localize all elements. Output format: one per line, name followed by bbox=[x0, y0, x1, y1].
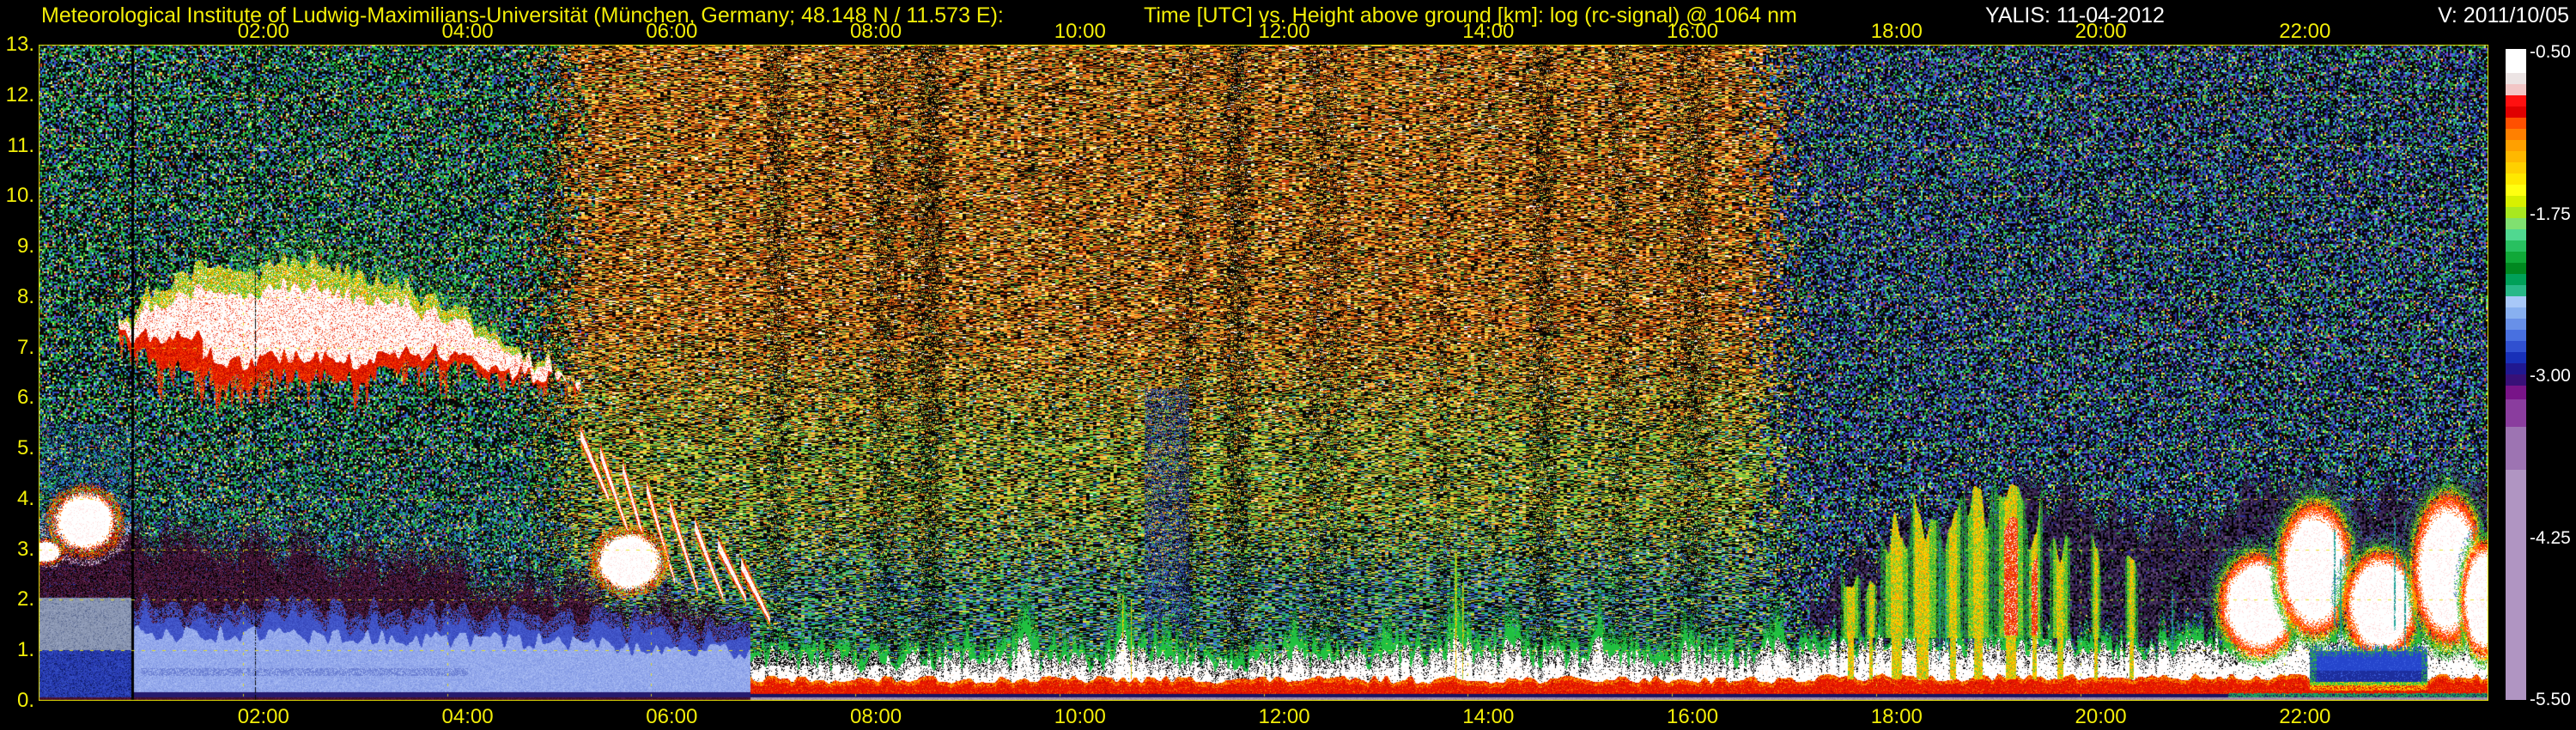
y-tick-label: 12. bbox=[0, 84, 34, 106]
colorbar-block bbox=[2506, 374, 2526, 386]
colorbar-block bbox=[2506, 240, 2526, 252]
colorbar-block bbox=[2506, 399, 2526, 427]
colorbar-block bbox=[2506, 307, 2526, 319]
x-tick-label-top: 04:00 bbox=[442, 21, 494, 43]
colorbar-tick-label: -0.50 bbox=[2530, 42, 2571, 63]
y-tick-label: 1. bbox=[0, 639, 34, 661]
y-tick-label: 13. bbox=[0, 33, 34, 56]
x-tick-label-top: 20:00 bbox=[2075, 21, 2127, 43]
colorbar-tick-label: -4.25 bbox=[2530, 528, 2571, 549]
x-tick-label-top: 14:00 bbox=[1462, 21, 1514, 43]
x-tick-label-bottom: 04:00 bbox=[442, 706, 494, 728]
colorbar-block bbox=[2506, 252, 2526, 263]
y-tick-label: 2. bbox=[0, 588, 34, 611]
colorbar-block bbox=[2506, 73, 2526, 84]
colorbar-block bbox=[2506, 140, 2526, 151]
colorbar-block bbox=[2506, 49, 2526, 73]
lidar-heatmap-canvas bbox=[39, 45, 2488, 701]
x-tick-label-bottom: 16:00 bbox=[1667, 706, 1718, 728]
y-tick-label: 0. bbox=[0, 690, 34, 712]
x-tick-label-bottom: 14:00 bbox=[1462, 706, 1514, 728]
colorbar bbox=[2506, 49, 2526, 700]
x-tick-label-top: 18:00 bbox=[1871, 21, 1923, 43]
y-tick-label: 7. bbox=[0, 337, 34, 359]
y-tick-label: 3. bbox=[0, 538, 34, 561]
colorbar-block bbox=[2506, 330, 2526, 341]
colorbar-tick-label: -1.75 bbox=[2530, 204, 2571, 225]
colorbar-block bbox=[2506, 95, 2526, 106]
colorbar-block bbox=[2506, 162, 2526, 173]
colorbar-block bbox=[2506, 218, 2526, 229]
x-tick-label-top: 22:00 bbox=[2279, 21, 2330, 43]
colorbar-block bbox=[2506, 196, 2526, 207]
colorbar-block bbox=[2506, 363, 2526, 374]
x-tick-label-top: 16:00 bbox=[1667, 21, 1718, 43]
y-tick-label: 11. bbox=[0, 135, 34, 157]
colorbar-block bbox=[2506, 207, 2526, 218]
colorbar-block bbox=[2506, 129, 2526, 140]
colorbar-block bbox=[2506, 285, 2526, 296]
colorbar-block bbox=[2506, 118, 2526, 129]
x-tick-label-top: 02:00 bbox=[238, 21, 289, 43]
colorbar-block bbox=[2506, 341, 2526, 352]
x-tick-label-bottom: 20:00 bbox=[2075, 706, 2127, 728]
y-tick-label: 5. bbox=[0, 437, 34, 459]
y-tick-label: 8. bbox=[0, 286, 34, 308]
x-tick-label-bottom: 08:00 bbox=[850, 706, 902, 728]
colorbar-block bbox=[2506, 319, 2526, 330]
colorbar-block bbox=[2506, 470, 2526, 700]
colorbar-block bbox=[2506, 263, 2526, 274]
colorbar-block bbox=[2506, 151, 2526, 162]
x-tick-label-bottom: 10:00 bbox=[1054, 706, 1106, 728]
colorbar-block bbox=[2506, 185, 2526, 196]
colorbar-block bbox=[2506, 386, 2526, 399]
colorbar-block bbox=[2506, 296, 2526, 307]
colorbar-block bbox=[2506, 427, 2526, 470]
y-tick-label: 4. bbox=[0, 488, 34, 510]
version-label: V: 2011/10/05 bbox=[2438, 3, 2569, 27]
colorbar-block bbox=[2506, 106, 2526, 118]
x-tick-label-top: 12:00 bbox=[1259, 21, 1310, 43]
x-tick-label-top: 10:00 bbox=[1054, 21, 1106, 43]
x-tick-label-bottom: 02:00 bbox=[238, 706, 289, 728]
colorbar-block bbox=[2506, 84, 2526, 95]
x-tick-label-bottom: 22:00 bbox=[2279, 706, 2330, 728]
colorbar-block bbox=[2506, 229, 2526, 240]
x-tick-label-bottom: 12:00 bbox=[1259, 706, 1310, 728]
colorbar-tick-label: -3.00 bbox=[2530, 366, 2571, 386]
colorbar-block bbox=[2506, 173, 2526, 185]
colorbar-tick-label: -5.50 bbox=[2530, 690, 2571, 710]
y-tick-label: 9. bbox=[0, 235, 34, 258]
x-tick-label-bottom: 18:00 bbox=[1871, 706, 1923, 728]
x-tick-label-top: 08:00 bbox=[850, 21, 902, 43]
colorbar-block bbox=[2506, 274, 2526, 285]
y-tick-label: 6. bbox=[0, 386, 34, 409]
lidar-quicklook-screen: Meteorological Institute of Ludwig-Maxim… bbox=[0, 0, 2576, 730]
colorbar-block bbox=[2506, 352, 2526, 363]
x-tick-label-bottom: 06:00 bbox=[646, 706, 697, 728]
y-tick-label: 10. bbox=[0, 185, 34, 207]
x-tick-label-top: 06:00 bbox=[646, 21, 697, 43]
